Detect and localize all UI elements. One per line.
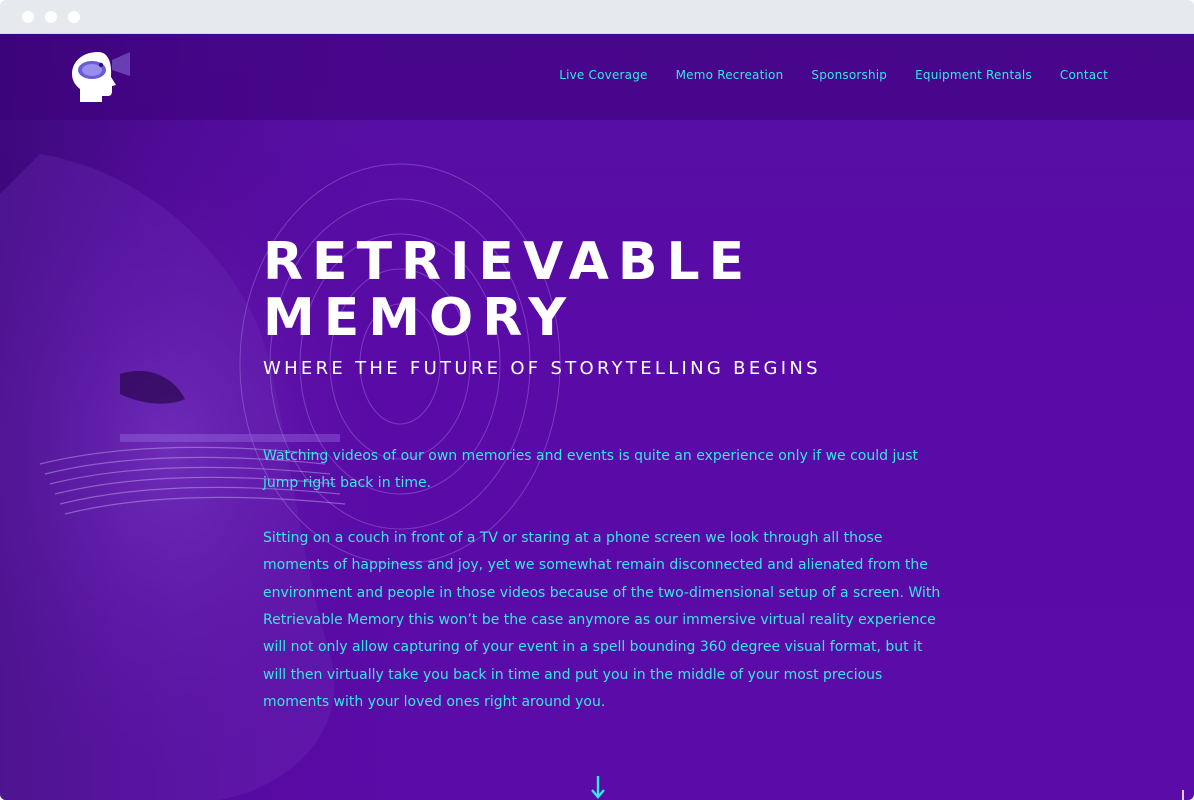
page: Live Coverage Memo Recreation Sponsorshi… [0, 34, 1194, 800]
hero-content: RETRIEVABLE MEMORY WHERE THE FUTURE OF S… [263, 234, 943, 717]
arrow-down-icon[interactable] [588, 774, 608, 800]
title-line-1: RETRIEVABLE [263, 232, 754, 292]
intro-paragraph-2: Sitting on a couch in front of a TV or s… [263, 529, 941, 711]
browser-chrome [0, 0, 1194, 34]
page-title: RETRIEVABLE MEMORY [263, 234, 943, 346]
head-vr-logo-icon[interactable] [68, 50, 134, 104]
intro-paragraph-1: Watching videos of our own memories and … [263, 448, 918, 492]
nav-equipment-rentals[interactable]: Equipment Rentals [915, 68, 1032, 82]
scrollbar-thumb[interactable] [1182, 790, 1184, 800]
title-line-2: MEMORY [263, 288, 576, 348]
nav-memo-recreation[interactable]: Memo Recreation [676, 68, 784, 82]
page-subtitle: WHERE THE FUTURE OF STORYTELLING BEGINS [263, 358, 821, 379]
nav-live-coverage[interactable]: Live Coverage [559, 68, 647, 82]
nav-contact[interactable]: Contact [1060, 68, 1108, 82]
window-close-button[interactable] [22, 11, 34, 23]
window-maximize-button[interactable] [68, 11, 80, 23]
site-header: Live Coverage Memo Recreation Sponsorshi… [0, 34, 1194, 120]
browser-window: Live Coverage Memo Recreation Sponsorshi… [0, 0, 1194, 800]
window-minimize-button[interactable] [45, 11, 57, 23]
nav-sponsorship[interactable]: Sponsorship [811, 68, 887, 82]
main-nav: Live Coverage Memo Recreation Sponsorshi… [559, 68, 1108, 82]
